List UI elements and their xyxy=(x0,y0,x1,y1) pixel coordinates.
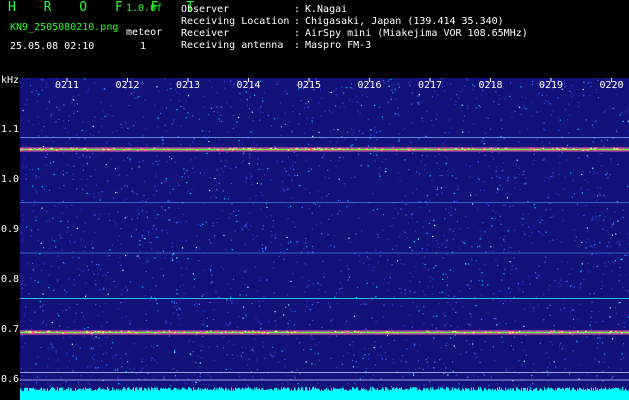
antenna-value: Maspro FM-3 xyxy=(305,40,372,51)
noise-speckle xyxy=(20,78,629,391)
observer-label: Observer xyxy=(181,4,230,15)
noise-floor xyxy=(20,387,629,400)
receiver-value: AirSpy mini (Miakejima VOR 108.65MHz) xyxy=(305,28,528,39)
timestamp: 25.05.08 02:10 xyxy=(10,41,95,52)
carrier-band-lower xyxy=(20,330,629,335)
antenna-label: Receiving antenna xyxy=(181,40,284,51)
x-tick-label: 0216 xyxy=(357,80,382,91)
x-tick-label: 0214 xyxy=(236,80,261,91)
observer-value: K.Nagai xyxy=(305,4,348,15)
x-tick-label: 0215 xyxy=(297,80,322,91)
carrier-band-upper xyxy=(20,147,629,152)
x-tick-label: 0211 xyxy=(55,80,80,91)
x-tick-label: 0212 xyxy=(115,80,140,91)
location-value: Chigasaki, Japan (139.414 35.340) xyxy=(305,16,504,27)
location-sep: : xyxy=(294,16,301,27)
y-tick-label: 0.6 xyxy=(1,374,20,385)
app-logo: H R O F F T xyxy=(8,0,205,15)
antenna-sep: : xyxy=(294,40,301,51)
x-tick-label: 0218 xyxy=(478,80,503,91)
x-tick-label: 0220 xyxy=(599,80,624,91)
y-tick-label: 0.7 xyxy=(1,324,20,335)
meteor-count: 1 xyxy=(140,41,147,52)
location-label: Receiving Location xyxy=(181,16,290,27)
x-tick-label: 0219 xyxy=(539,80,564,91)
y-tick-label: 1.1 xyxy=(1,124,20,135)
observer-sep: : xyxy=(294,4,301,15)
header-panel: H R O F F T 1.0.0f KN9_2505080210.png me… xyxy=(0,0,629,74)
spectrogram-svg xyxy=(20,78,629,400)
minute-ticks xyxy=(66,78,612,82)
file-name: KN9_2505080210.png xyxy=(10,22,119,33)
meteor-label: meteor xyxy=(126,27,163,38)
y-axis: 1.1 1.0 0.9 0.8 0.7 0.6 xyxy=(0,74,20,400)
x-tick-label: 0217 xyxy=(418,80,443,91)
spectrogram-plot xyxy=(20,78,629,400)
y-tick-label: 1.0 xyxy=(1,174,20,185)
receiver-label: Receiver xyxy=(181,28,230,39)
y-tick-label: 0.9 xyxy=(1,224,20,235)
app-version: 1.0.0f xyxy=(126,3,163,14)
x-tick-label: 0213 xyxy=(176,80,201,91)
y-tick-label: 0.8 xyxy=(1,274,20,285)
receiver-sep: : xyxy=(294,28,301,39)
